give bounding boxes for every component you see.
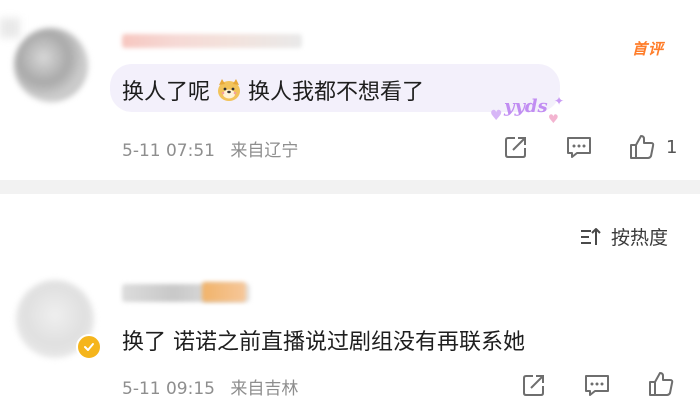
share-icon (523, 375, 544, 396)
heart-icon: ♥ (490, 108, 503, 124)
comment-location: 来自吉林 (230, 379, 299, 399)
thumbs-up-icon (649, 372, 674, 396)
share-icon (505, 137, 526, 158)
comment-location: 来自辽宁 (230, 141, 299, 161)
comment-1: 首评 换人了呢 换人我都不想看了 ♥ yyds ♥ ✦ 5-11 07:51 来… (0, 0, 700, 178)
first-comment-badge: 首评 (632, 40, 665, 58)
like-count: 1 (666, 136, 678, 158)
comment-time: 5-11 07:51 (122, 141, 215, 161)
checkmark-icon (84, 343, 94, 351)
sort-label: 按热度 (611, 227, 669, 249)
yyds-sticker: ♥ yyds ♥ ✦ (490, 94, 565, 126)
share-button[interactable] (503, 134, 529, 160)
comment-icon (585, 375, 609, 396)
heart-icon: ♥ (548, 112, 559, 126)
sort-toggle[interactable]: 按热度 (579, 223, 668, 250)
reply-button[interactable] (565, 134, 593, 160)
verified-badge (76, 334, 102, 360)
doge-emoji-icon (216, 77, 242, 103)
avatar[interactable] (14, 28, 88, 102)
sparkle-icon: ✦ (554, 94, 565, 108)
comment-time: 5-11 09:15 (122, 379, 215, 399)
username[interactable] (122, 34, 302, 48)
comment-text: 换了 诺诺之前直播说过剧组没有再联系她 (122, 330, 525, 355)
thumbs-up-icon (630, 135, 655, 159)
comment-meta: 5-11 09:15 来自吉林 (122, 374, 298, 399)
username-badge (202, 282, 246, 302)
sort-icon (581, 227, 601, 245)
comment-meta: 5-11 07:51 来自辽宁 (122, 136, 298, 161)
like-button[interactable] (647, 370, 677, 400)
reply-button[interactable] (583, 372, 611, 398)
comment-icon (567, 137, 591, 158)
like-button[interactable]: 1 (628, 132, 677, 162)
comment-text: 换人了呢 换人我都不想看了 (122, 74, 424, 106)
section-divider (0, 180, 700, 194)
comment-2: 换了 诺诺之前直播说过剧组没有再联系她 5-11 09:15 来自吉林 (0, 260, 700, 409)
share-button[interactable] (521, 372, 547, 398)
